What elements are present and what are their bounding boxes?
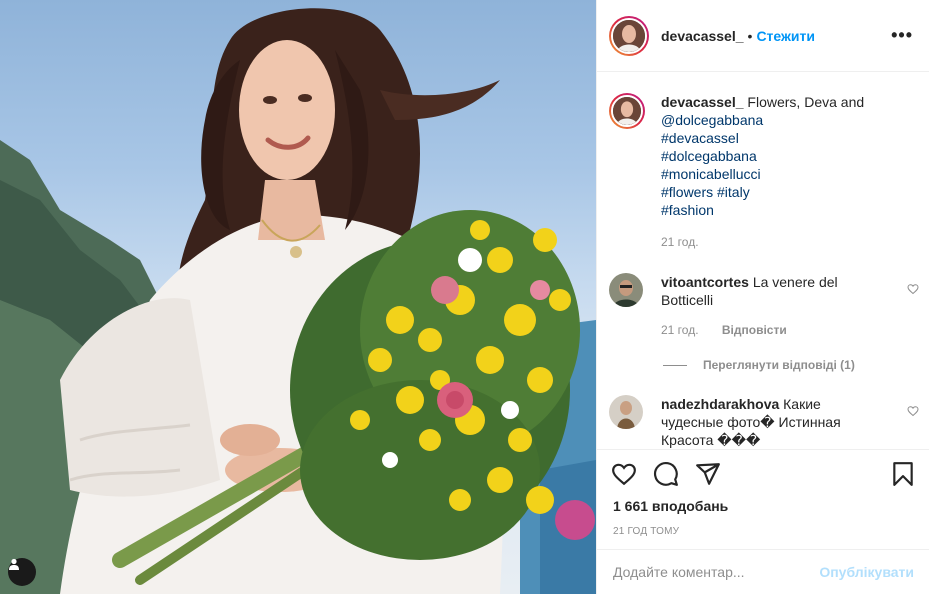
comment-username[interactable]: nadezhdarakhova xyxy=(661,396,779,412)
avatar-image xyxy=(613,19,645,52)
user-tag-button[interactable] xyxy=(8,558,36,586)
post-side-panel: devacassel_ • Стежити ••• devacassel_ Fl… xyxy=(596,0,929,594)
action-icons xyxy=(597,450,929,498)
author-avatar[interactable] xyxy=(609,15,649,56)
bookmark-icon[interactable] xyxy=(890,461,916,487)
share-icon[interactable] xyxy=(695,461,721,487)
view-replies-button[interactable]: Переглянути відповіді (1) xyxy=(663,358,903,372)
reply-button[interactable]: Відповісти xyxy=(722,323,787,337)
likes-count[interactable]: 1 661 вподобань xyxy=(597,498,929,514)
heart-icon[interactable] xyxy=(611,461,637,487)
add-comment-bar: Опублікувати xyxy=(597,549,929,594)
caption-tag[interactable]: @dolcegabbana xyxy=(661,111,883,129)
comment-username[interactable]: vitoantcortes xyxy=(661,274,749,290)
caption-hashtag[interactable]: #devacassel xyxy=(661,129,883,147)
caption: devacassel_ Flowers, Deva and @dolcegabb… xyxy=(609,93,919,251)
view-replies-label: Переглянути відповіді (1) xyxy=(703,358,855,372)
post-header: devacassel_ • Стежити ••• xyxy=(597,0,929,72)
caption-hashtag[interactable]: #fashion xyxy=(661,201,883,219)
comment-item: nadezhdarakhova Какие чудесные фото� Ист… xyxy=(609,395,919,449)
like-comment-icon[interactable] xyxy=(907,405,919,417)
commenter-avatar[interactable] xyxy=(609,395,643,429)
comments-list[interactable]: devacassel_ Flowers, Deva and @dolcegabb… xyxy=(597,73,929,449)
commenter-avatar[interactable] xyxy=(609,273,643,307)
caption-avatar[interactable] xyxy=(609,93,645,129)
comment-item: vitoantcortes La venere del Botticelli 2… xyxy=(609,273,919,339)
separator-dot: • xyxy=(747,27,753,44)
post-time[interactable]: 21 ГОД ТОМУ xyxy=(597,526,929,537)
comment-time[interactable]: 21 год. xyxy=(661,323,699,337)
post-actions: 1 661 вподобань 21 ГОД ТОМУ xyxy=(597,449,929,537)
avatar-image xyxy=(609,395,643,429)
more-icon[interactable]: ••• xyxy=(891,25,913,46)
like-comment-icon[interactable] xyxy=(907,283,919,295)
photo-illustration xyxy=(0,8,596,594)
divider-line xyxy=(663,364,687,366)
caption-hashtag[interactable]: #dolcegabbana xyxy=(661,147,883,165)
caption-time[interactable]: 21 год. xyxy=(661,235,699,249)
avatar-image xyxy=(613,97,641,125)
publish-button[interactable]: Опублікувати xyxy=(819,564,914,580)
avatar-image xyxy=(609,273,643,307)
post-photo[interactable] xyxy=(0,0,596,594)
follow-button[interactable]: Стежити xyxy=(756,28,815,44)
comment-input[interactable] xyxy=(613,564,820,580)
comment-icon[interactable] xyxy=(653,461,679,487)
author-username[interactable]: devacassel_ xyxy=(661,28,744,44)
caption-hashtag[interactable]: #flowers #italy xyxy=(661,183,883,201)
caption-username[interactable]: devacassel_ xyxy=(661,94,744,110)
user-tag-icon xyxy=(9,558,19,570)
caption-text: Flowers, Deva and xyxy=(747,94,865,110)
caption-hashtag[interactable]: #monicabellucci xyxy=(661,165,883,183)
